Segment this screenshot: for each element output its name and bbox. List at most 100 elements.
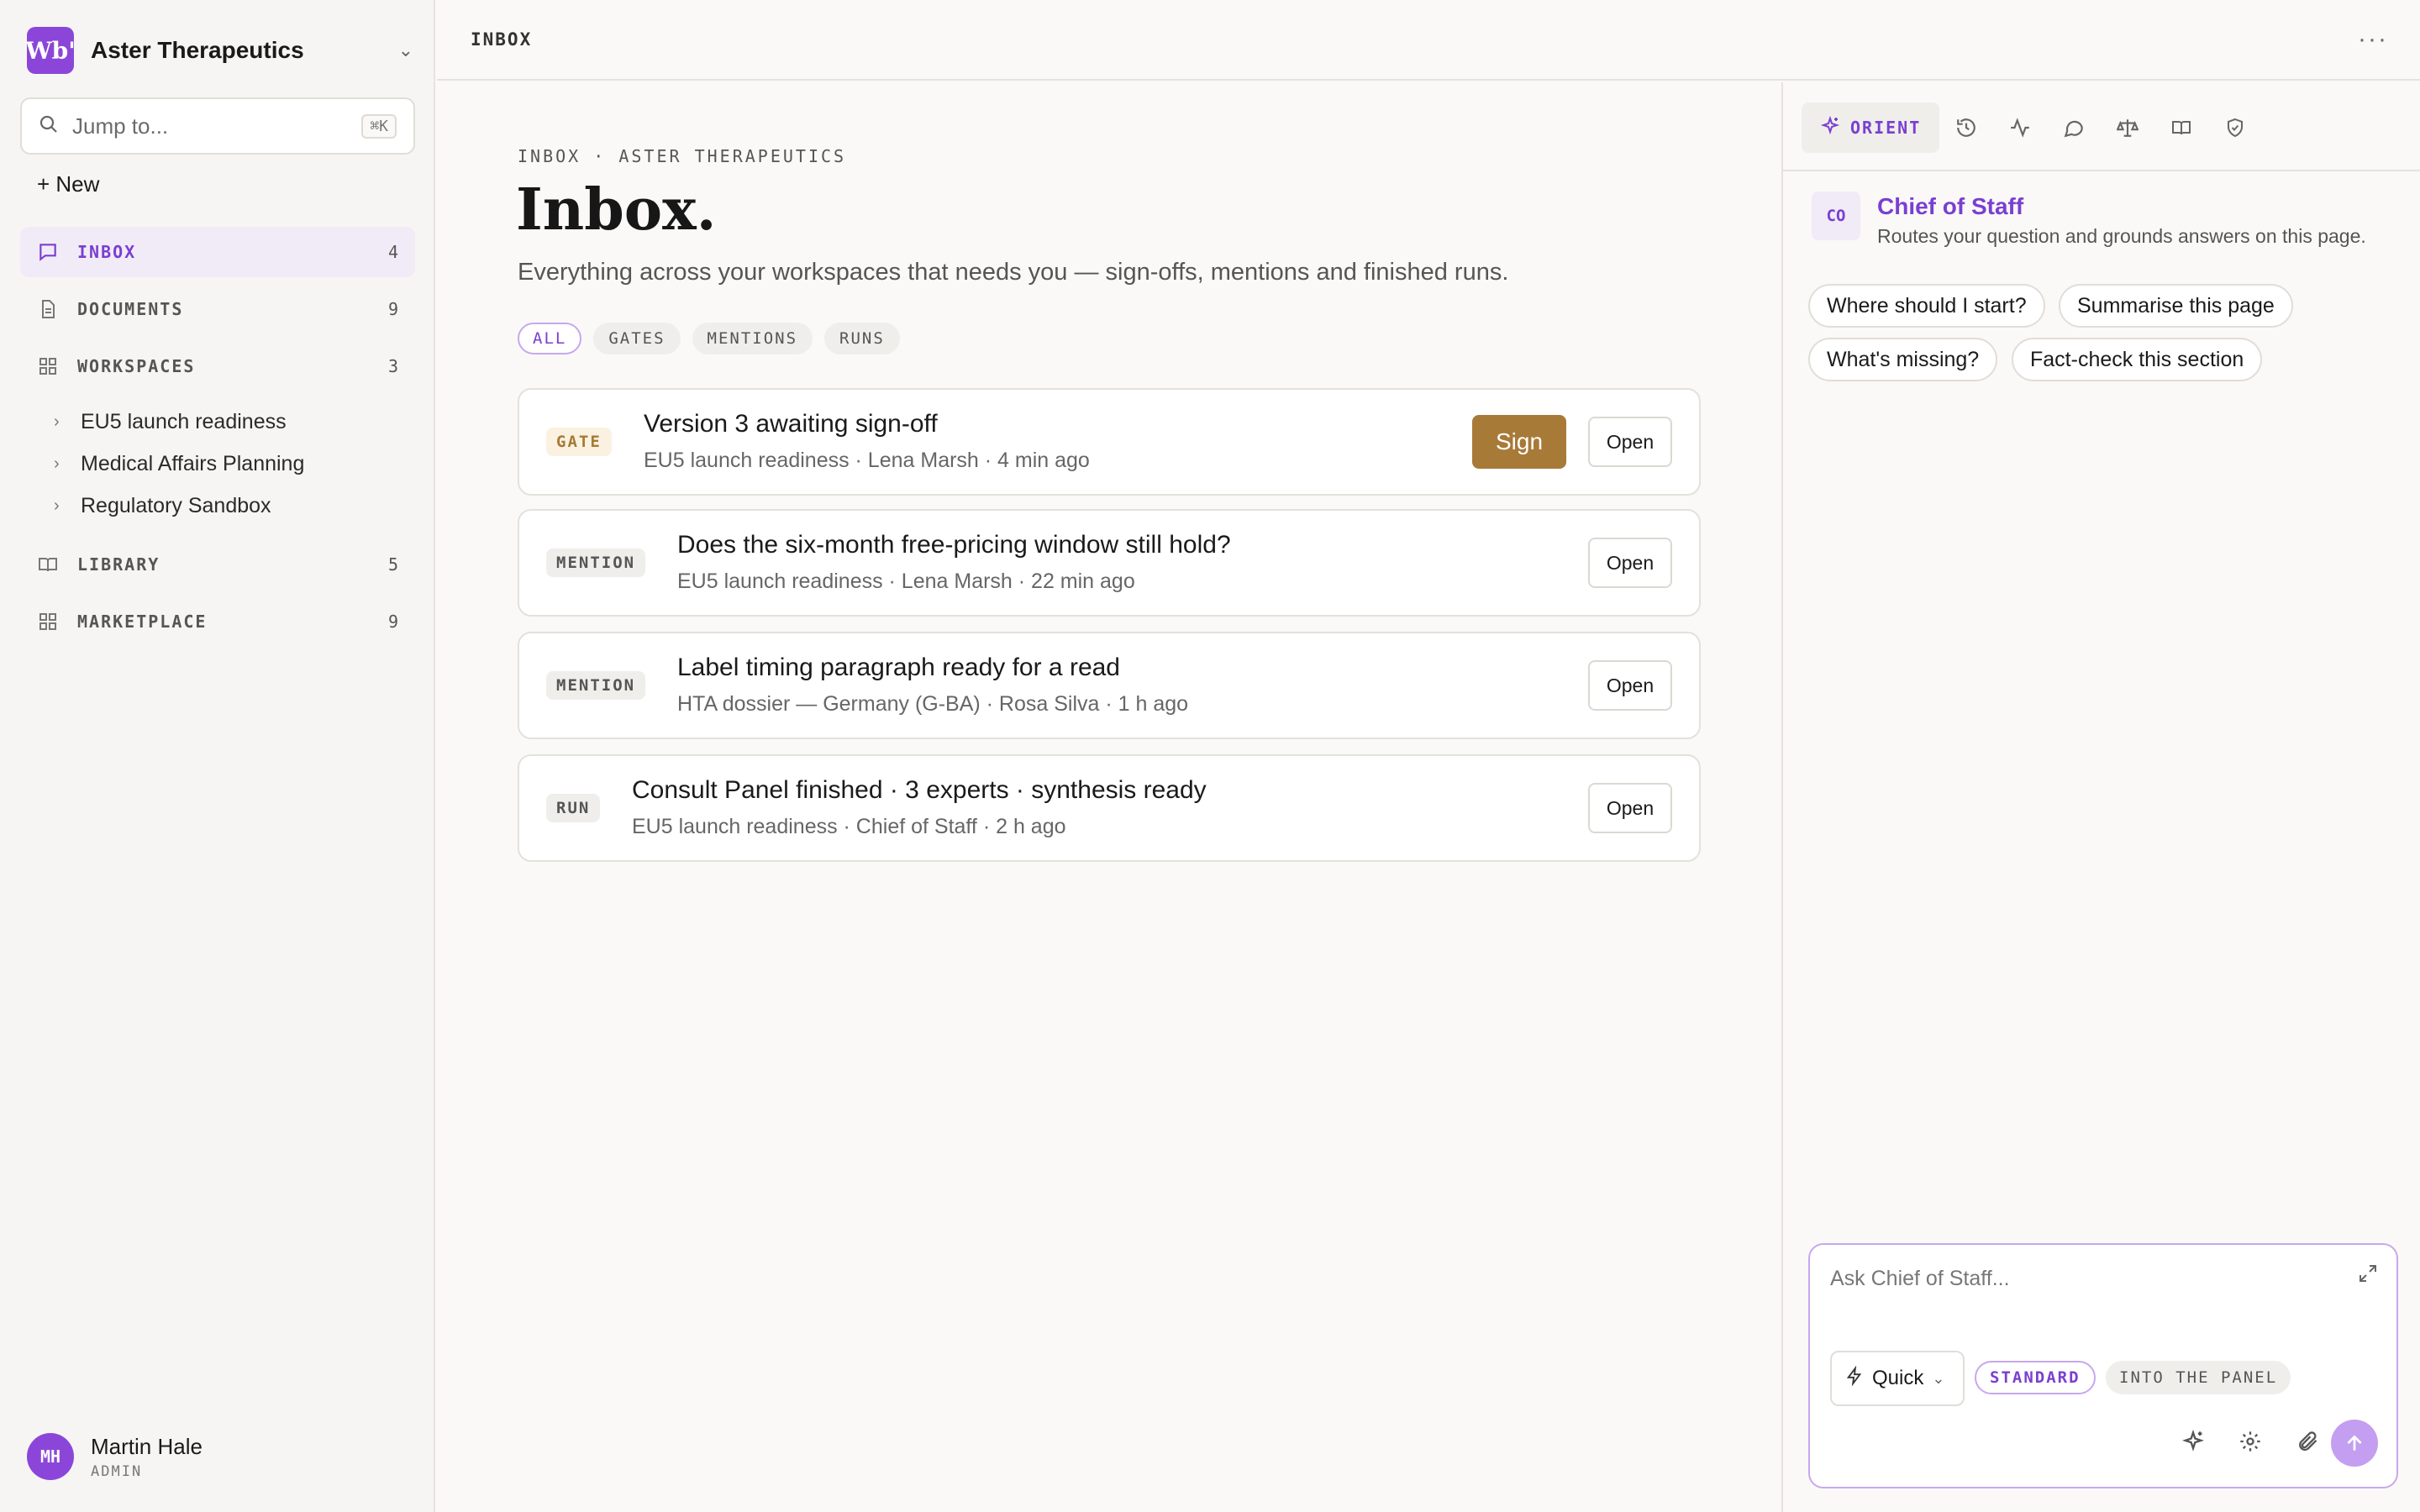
page-eyebrow: INBOX · ASTER THERAPEUTICS [518,146,847,166]
nav-item-workspaces[interactable]: WORKSPACES 3 [20,341,415,391]
lightning-icon [1845,1365,1864,1392]
open-button[interactable]: Open [1588,538,1672,588]
nav-count: 9 [387,612,398,632]
user-profile[interactable]: MH Martin Hale ADMIN [27,1433,203,1480]
divider [1783,170,2420,171]
more-menu-icon[interactable]: ··· [2358,25,2388,54]
filter-mentions[interactable]: MENTIONS [692,323,813,354]
breadcrumb: INBOX [471,29,533,50]
workspace-label: Regulatory Sandbox [81,493,271,517]
org-switcher[interactable]: Wb' Aster Therapeutics ⌄ [25,27,413,74]
mode-label: Quick [1872,1367,1924,1389]
grid-icon [37,355,59,377]
main-content: INBOX · ASTER THERAPEUTICS Inbox. Everyt… [437,82,1781,1512]
nav-item-inbox[interactable]: INBOX 4 [20,227,415,277]
filter-tabs: ALL GATES MENTIONS RUNS [518,323,900,354]
workspace-label: Medical Affairs Planning [81,451,305,475]
composer-input[interactable]: Ask Chief of Staff... [1830,1267,2010,1291]
inbox-item[interactable]: GATE Version 3 awaiting sign-off EU5 lau… [518,388,1701,496]
item-title: Does the six-month free-pricing window s… [677,531,1231,559]
org-logo: Wb' [25,27,76,74]
avatar: MH [27,1433,74,1480]
assistant-panel: ORIENT CO Chief of Staff Routes your que… [1781,82,2420,1512]
search-placeholder: Jump to... [72,113,169,139]
workspace-item[interactable]: › Regulatory Sandbox [54,487,271,524]
paperclip-icon[interactable] [2289,1423,2326,1460]
chat-composer[interactable]: Ask Chief of Staff... Quick ⌄ STANDARD I… [1808,1243,2398,1488]
nav-item-library[interactable]: LIBRARY 5 [20,539,415,590]
settings-icon[interactable] [2232,1423,2269,1460]
jump-to-search[interactable]: Jump to... ⌘K [20,97,415,155]
nav-label: DOCUMENTS [77,299,184,319]
nav-label: WORKSPACES [77,356,196,376]
nav-label: INBOX [77,242,137,262]
search-icon [39,114,59,139]
arrow-up-icon [2347,1435,2362,1451]
grid-icon [37,611,59,633]
item-meta: EU5 launch readiness · Lena Marsh · 22 m… [677,570,1135,593]
depth-standard-chip[interactable]: STANDARD [1975,1361,2096,1394]
nav-label: MARKETPLACE [77,612,208,632]
nav-item-marketplace[interactable]: MARKETPLACE 9 [20,596,415,647]
nav-item-documents[interactable]: DOCUMENTS 9 [20,284,415,334]
item-type-badge: GATE [546,428,612,456]
chevron-right-icon: › [54,454,60,473]
nav-label: LIBRARY [77,554,160,575]
into-panel-chip[interactable]: INTO THE PANEL [2106,1361,2291,1394]
agent-description: Routes your question and grounds answers… [1877,225,2366,247]
new-button[interactable]: + New [37,171,99,197]
workspace-item[interactable]: › EU5 launch readiness [54,403,287,440]
suggestion-chip[interactable]: Fact-check this section [2012,338,2263,381]
sign-button[interactable]: Sign [1472,415,1566,469]
inbox-item[interactable]: MENTION Does the six-month free-pricing … [518,509,1701,617]
activity-icon[interactable] [1993,102,2047,153]
item-meta: EU5 launch readiness · Lena Marsh · 4 mi… [644,449,1090,472]
chevron-right-icon: › [54,496,60,515]
book-icon[interactable] [2154,102,2208,153]
page-title: Inbox. [516,176,717,244]
sparkle-icon [1820,115,1840,140]
mode-select[interactable]: Quick ⌄ [1830,1351,1965,1406]
chat-icon[interactable] [2047,102,2101,153]
user-role: ADMIN [91,1462,143,1480]
suggestion-chip[interactable]: Where should I start? [1808,284,2045,328]
open-button[interactable]: Open [1588,783,1672,833]
item-type-badge: MENTION [546,549,646,577]
tab-orient[interactable]: ORIENT [1802,102,1940,153]
workspace-label: EU5 launch readiness [81,409,287,433]
filter-runs[interactable]: RUNS [824,323,900,354]
filter-gates[interactable]: GATES [593,323,681,354]
org-name: Aster Therapeutics [91,37,304,63]
suggestion-chip[interactable]: Summarise this page [2059,284,2293,328]
item-title: Label timing paragraph ready for a read [677,654,1120,681]
history-icon[interactable] [1939,102,1993,153]
item-meta: HTA dossier — Germany (G-BA) · Rosa Silv… [677,692,1189,716]
shortcut-hint: ⌘K [361,113,397,139]
book-icon [37,554,59,575]
send-button[interactable] [2331,1420,2378,1467]
expand-icon[interactable] [2358,1263,2378,1288]
inbox-item[interactable]: RUN Consult Panel finished · 3 experts ·… [518,754,1701,862]
agent-badge: CO [1812,192,1860,240]
top-bar: INBOX ··· [437,0,2420,81]
tab-orient-label: ORIENT [1850,118,1922,138]
chevron-right-icon: › [54,412,60,431]
chevron-down-icon: ⌄ [1932,1369,1945,1387]
open-button[interactable]: Open [1588,660,1672,711]
nav-count: 9 [387,299,398,319]
sparkle-icon[interactable] [2175,1423,2212,1460]
scale-icon[interactable] [2101,102,2154,153]
inbox-item[interactable]: MENTION Label timing paragraph ready for… [518,632,1701,739]
chevron-down-icon: ⌄ [397,39,413,60]
item-title: Version 3 awaiting sign-off [644,410,938,438]
suggestion-chip[interactable]: What's missing? [1808,338,1998,381]
document-icon [37,298,59,320]
item-type-badge: RUN [546,794,601,822]
open-button[interactable]: Open [1588,417,1672,467]
user-name: Martin Hale [91,1433,203,1459]
agent-name[interactable]: Chief of Staff [1877,193,2366,220]
filter-all[interactable]: ALL [518,323,582,354]
workspace-item[interactable]: › Medical Affairs Planning [54,445,304,482]
inbox-icon [37,241,59,263]
shield-check-icon[interactable] [2208,102,2262,153]
